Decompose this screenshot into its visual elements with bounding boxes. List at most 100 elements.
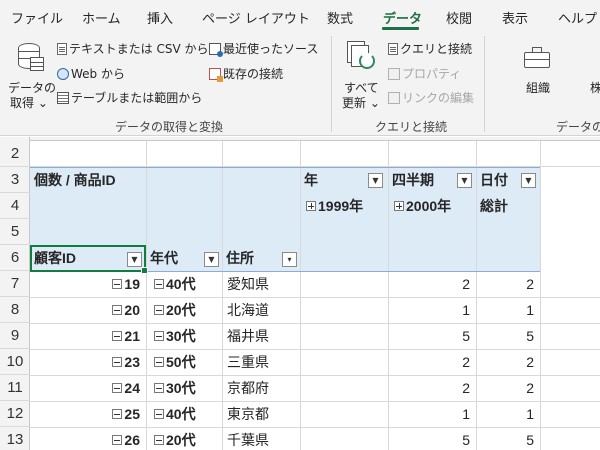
worksheet-grid[interactable]: 2 3 4 5 6 7 8 9 10 11 12 13 個数 / 商品ID 年 … <box>0 137 600 450</box>
recent-sources-button[interactable]: 最近使ったソース <box>209 40 318 57</box>
grand-total-cell[interactable]: 2 <box>476 375 540 401</box>
customer-id-cell[interactable]: 24 <box>30 375 146 401</box>
row-header[interactable]: 12 <box>0 401 30 427</box>
tab-home[interactable]: ホーム <box>82 8 121 27</box>
collapse-icon[interactable] <box>154 279 164 289</box>
age-cell[interactable]: 30代 <box>154 323 196 349</box>
pivot-col-field-date[interactable]: 日付 <box>480 167 508 193</box>
web-button[interactable]: Web から <box>57 65 125 82</box>
pivot-row-field-address[interactable]: 住所 <box>226 245 254 271</box>
edit-links-button[interactable]: リンクの編集 <box>388 89 474 106</box>
tab-review[interactable]: 校閲 <box>446 8 472 27</box>
row-header[interactable]: 8 <box>0 297 30 323</box>
address-cell[interactable]: 北海道 <box>227 297 269 323</box>
row-header[interactable]: 11 <box>0 375 30 401</box>
existing-connections-button[interactable]: 既存の接続 <box>209 65 283 82</box>
pivot-grand-total-header[interactable]: 総計 <box>480 193 508 219</box>
properties-button[interactable]: プロパティ <box>388 65 461 82</box>
address-cell[interactable]: 東京都 <box>227 401 269 427</box>
quarter-filter-dropdown-icon[interactable]: ▼ <box>457 173 472 188</box>
row-header[interactable]: 9 <box>0 323 30 349</box>
value-2000-cell[interactable]: 1 <box>388 401 476 427</box>
pivot-year-1999[interactable]: 1999年 <box>306 193 363 219</box>
collapse-icon[interactable] <box>154 357 164 367</box>
age-cell[interactable]: 40代 <box>154 271 196 297</box>
organization-data-type-button[interactable]: 組織 <box>505 36 569 114</box>
collapse-icon[interactable] <box>154 409 164 419</box>
address-cell[interactable]: 三重県 <box>227 349 269 375</box>
value-2000-cell[interactable]: 2 <box>388 271 476 297</box>
address-cell[interactable]: 千葉県 <box>227 427 269 450</box>
year-filter-dropdown-icon[interactable]: ▼ <box>368 173 383 188</box>
tab-page-layout[interactable]: ページ レイアウト <box>202 8 310 27</box>
collapse-icon[interactable] <box>112 279 123 289</box>
age-cell[interactable]: 40代 <box>154 401 196 427</box>
row-header[interactable]: 2 <box>0 141 30 167</box>
tab-data[interactable]: データ <box>383 8 422 27</box>
expand-icon[interactable] <box>306 201 316 211</box>
row-header[interactable]: 13 <box>0 427 30 450</box>
row-header[interactable]: 5 <box>0 219 30 245</box>
address-cell[interactable]: 京都府 <box>227 375 269 401</box>
row-header[interactable]: 6 <box>0 245 30 271</box>
queries-connections-button[interactable]: クエリと接続 <box>388 40 472 57</box>
value-2000-cell[interactable]: 5 <box>388 323 476 349</box>
address-cell[interactable]: 愛知県 <box>227 271 269 297</box>
collapse-icon[interactable] <box>154 331 164 341</box>
tab-view[interactable]: 表示 <box>502 8 528 27</box>
table-range-button[interactable]: テーブルまたは範囲から <box>57 89 202 106</box>
customer-id-cell[interactable]: 19 <box>30 271 146 297</box>
row-header[interactable]: 4 <box>0 193 30 219</box>
age-filter-dropdown-icon[interactable]: ▼ <box>204 252 219 267</box>
row-header[interactable]: 10 <box>0 349 30 375</box>
expand-icon[interactable] <box>394 201 404 211</box>
tab-file[interactable]: ファイル <box>11 8 63 27</box>
collapse-icon[interactable] <box>154 435 164 445</box>
grand-total-cell[interactable]: 2 <box>476 349 540 375</box>
age-value: 30代 <box>166 380 196 396</box>
age-cell[interactable]: 20代 <box>154 297 196 323</box>
tab-insert[interactable]: 挿入 <box>147 8 173 27</box>
customer-id-cell[interactable]: 26 <box>30 427 146 450</box>
grand-total-cell[interactable]: 2 <box>476 271 540 297</box>
customer-id-cell[interactable]: 21 <box>30 323 146 349</box>
age-cell[interactable]: 20代 <box>154 427 196 450</box>
stock-data-type-partial[interactable]: 株 <box>590 79 600 96</box>
tab-formulas[interactable]: 数式 <box>327 8 353 27</box>
pivot-col-field-quarter[interactable]: 四半期 <box>392 167 434 193</box>
grand-total-cell[interactable]: 5 <box>476 427 540 450</box>
row-header[interactable]: 3 <box>0 167 30 193</box>
collapse-icon[interactable] <box>112 383 123 393</box>
collapse-icon[interactable] <box>112 409 123 419</box>
text-csv-button[interactable]: テキストまたは CSV から <box>57 40 208 57</box>
collapse-icon[interactable] <box>112 305 123 315</box>
value-2000-cell[interactable]: 5 <box>388 427 476 450</box>
age-cell[interactable]: 50代 <box>154 349 196 375</box>
pivot-year-2000[interactable]: 2000年 <box>394 193 451 219</box>
customer-id-cell[interactable]: 20 <box>30 297 146 323</box>
collapse-icon[interactable] <box>112 435 123 445</box>
value-2000-cell[interactable]: 2 <box>388 375 476 401</box>
get-data-button[interactable]: データの 取得 ⌄ <box>4 36 56 114</box>
pivot-col-field-year[interactable]: 年 <box>304 167 318 193</box>
pivot-values-header[interactable]: 個数 / 商品ID <box>34 167 116 193</box>
customer-id-cell[interactable]: 25 <box>30 401 146 427</box>
tab-help[interactable]: ヘルプ <box>558 8 597 27</box>
customer-id-cell[interactable]: 23 <box>30 349 146 375</box>
age-cell[interactable]: 30代 <box>154 375 196 401</box>
grand-total-cell[interactable]: 1 <box>476 401 540 427</box>
grand-total-cell[interactable]: 1 <box>476 297 540 323</box>
pivot-row-field-age[interactable]: 年代 <box>150 245 178 271</box>
address-filter-active-icon[interactable]: ▾ <box>282 252 297 267</box>
refresh-all-button[interactable]: すべて 更新 ⌄ <box>338 36 382 114</box>
collapse-icon[interactable] <box>112 357 123 367</box>
grand-total-cell[interactable]: 5 <box>476 323 540 349</box>
address-cell[interactable]: 福井県 <box>227 323 269 349</box>
row-header[interactable]: 7 <box>0 271 30 297</box>
value-2000-cell[interactable]: 1 <box>388 297 476 323</box>
collapse-icon[interactable] <box>112 331 123 341</box>
date-filter-dropdown-icon[interactable]: ▼ <box>521 173 536 188</box>
collapse-icon[interactable] <box>154 383 164 393</box>
value-2000-cell[interactable]: 2 <box>388 349 476 375</box>
collapse-icon[interactable] <box>154 305 164 315</box>
